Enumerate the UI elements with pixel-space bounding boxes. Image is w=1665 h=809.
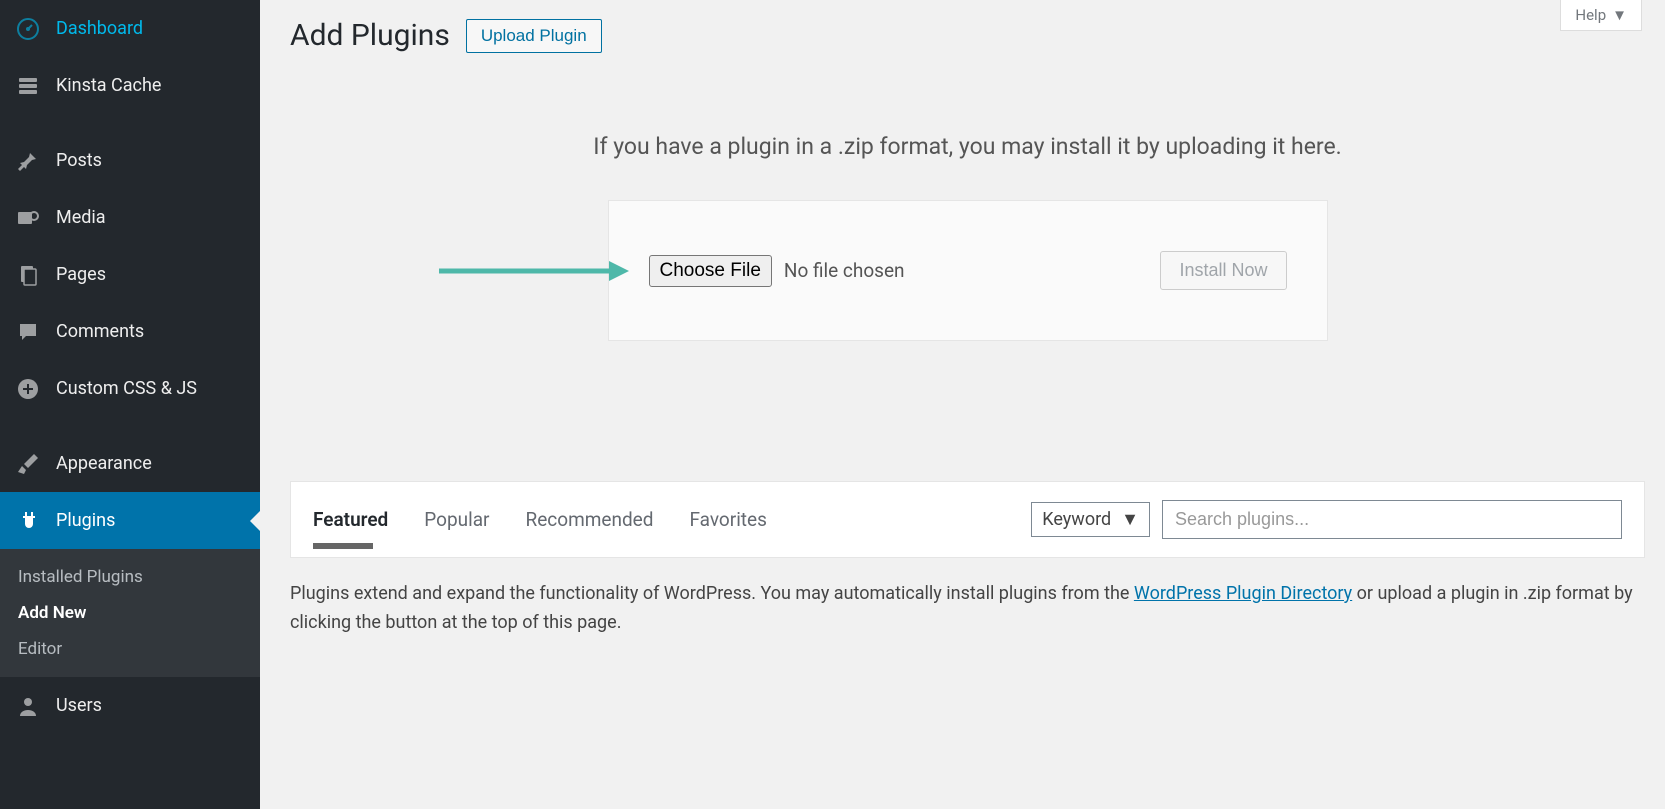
tab-recommended[interactable]: Recommended <box>526 508 654 549</box>
desc-text-pre: Plugins extend and expand the functional… <box>290 583 1134 604</box>
submenu-installed-plugins[interactable]: Installed Plugins <box>0 559 260 595</box>
sidebar-item-appearance[interactable]: Appearance <box>0 435 260 492</box>
media-icon <box>14 204 42 232</box>
help-tab[interactable]: Help ▼ <box>1560 0 1642 31</box>
sidebar-item-label: Posts <box>56 150 102 171</box>
upload-plugin-button[interactable]: Upload Plugin <box>466 19 602 53</box>
sidebar-submenu-plugins: Installed Plugins Add New Editor <box>0 549 260 677</box>
tab-favorites[interactable]: Favorites <box>689 508 766 549</box>
page-title: Add Plugins <box>290 18 450 53</box>
submenu-editor[interactable]: Editor <box>0 631 260 667</box>
brush-icon <box>14 450 42 478</box>
tab-featured[interactable]: Featured <box>313 508 388 549</box>
search-plugins-input[interactable] <box>1162 500 1622 539</box>
sidebar-item-label: Pages <box>56 264 106 285</box>
plus-circle-icon <box>14 375 42 403</box>
comments-icon <box>14 318 42 346</box>
submenu-add-new[interactable]: Add New <box>0 595 260 631</box>
sidebar-item-label: Appearance <box>56 453 152 474</box>
help-label: Help <box>1575 6 1606 24</box>
sidebar-item-pages[interactable]: Pages <box>0 246 260 303</box>
search-type-select[interactable]: Keyword ▼ <box>1031 502 1150 537</box>
choose-file-button[interactable]: Choose File <box>649 255 772 287</box>
chevron-down-icon: ▼ <box>1121 509 1139 530</box>
sidebar-item-plugins[interactable]: Plugins <box>0 492 260 549</box>
keyword-label: Keyword <box>1042 509 1111 530</box>
main-content: Help ▼ Add Plugins Upload Plugin If you … <box>260 0 1665 809</box>
sidebar-item-label: Plugins <box>56 510 115 531</box>
sidebar-item-label: Kinsta Cache <box>56 75 161 96</box>
sidebar-item-label: Dashboard <box>56 18 143 39</box>
annotation-arrow-icon <box>439 256 629 286</box>
pages-icon <box>14 261 42 289</box>
plugins-description: Plugins extend and expand the functional… <box>290 580 1645 638</box>
sidebar-item-label: Custom CSS & JS <box>56 378 197 399</box>
sidebar-item-label: Comments <box>56 321 144 342</box>
upload-box: Choose File No file chosen Install Now <box>608 200 1328 341</box>
file-status-text: No file chosen <box>784 259 905 282</box>
admin-sidebar: Dashboard Kinsta Cache Posts Media Page <box>0 0 260 809</box>
sidebar-item-label: Users <box>56 695 102 716</box>
tab-popular[interactable]: Popular <box>424 508 489 549</box>
users-icon <box>14 692 42 720</box>
filter-bar: Featured Popular Recommended Favorites K… <box>290 481 1645 558</box>
dashboard-icon <box>14 15 42 43</box>
sidebar-item-kinsta-cache[interactable]: Kinsta Cache <box>0 57 260 114</box>
upload-panel: If you have a plugin in a .zip format, y… <box>290 133 1645 341</box>
chevron-down-icon: ▼ <box>1612 6 1627 24</box>
kinsta-icon <box>14 72 42 100</box>
sidebar-item-media[interactable]: Media <box>0 189 260 246</box>
upload-message: If you have a plugin in a .zip format, y… <box>290 133 1645 160</box>
install-now-button[interactable]: Install Now <box>1160 251 1286 290</box>
sidebar-item-posts[interactable]: Posts <box>0 132 260 189</box>
wp-plugin-directory-link[interactable]: WordPress Plugin Directory <box>1134 583 1352 604</box>
sidebar-item-comments[interactable]: Comments <box>0 303 260 360</box>
sidebar-item-label: Media <box>56 207 106 228</box>
plug-icon <box>14 507 42 535</box>
pin-icon <box>14 147 42 175</box>
sidebar-item-custom-css-js[interactable]: Custom CSS & JS <box>0 360 260 417</box>
sidebar-item-users[interactable]: Users <box>0 677 260 734</box>
sidebar-item-dashboard[interactable]: Dashboard <box>0 0 260 57</box>
